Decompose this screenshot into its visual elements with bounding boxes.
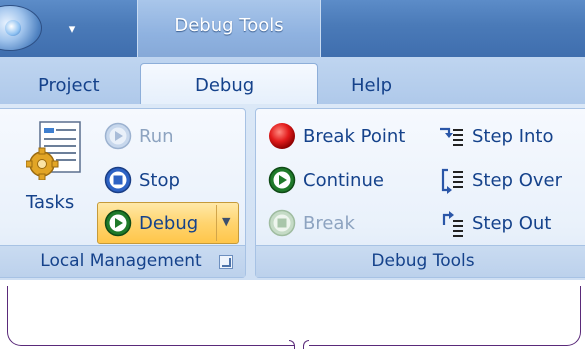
debug-icon [104, 209, 132, 237]
break-point-icon [269, 123, 295, 149]
break-button[interactable]: Break [268, 206, 355, 240]
continue-button[interactable]: Continue [268, 163, 384, 197]
chevron-down-icon[interactable]: ▼ [222, 215, 230, 228]
tab-help[interactable]: Help [351, 75, 392, 96]
step-out-label: Step Out [472, 212, 552, 234]
step-over-icon [441, 168, 463, 194]
group-caption-debug-tools: Debug Tools [256, 245, 585, 277]
debug-button[interactable]: Debug [104, 206, 198, 240]
stop-label: Stop [139, 169, 180, 191]
step-over-label: Step Over [472, 169, 562, 191]
step-out-icon [442, 211, 463, 237]
left-bracket-line [7, 286, 295, 346]
stop-icon [104, 166, 132, 194]
continue-label: Continue [303, 169, 384, 191]
run-button[interactable]: Run [104, 119, 174, 153]
step-into-label: Step Into [472, 125, 554, 147]
tab-project[interactable]: Project [38, 75, 100, 96]
break-label: Break [303, 212, 355, 234]
dialog-launcher-icon[interactable] [219, 255, 233, 269]
continue-icon [268, 166, 296, 194]
debug-label: Debug [139, 212, 199, 234]
quick-access-toolbar-button[interactable]: ▾ [62, 18, 82, 42]
group-caption-local-management: Local Management [0, 245, 245, 277]
break-icon [268, 209, 296, 237]
tasks-label: Tasks [26, 192, 75, 213]
contextual-tab-title: Debug Tools [174, 15, 284, 36]
stop-button[interactable]: Stop [104, 163, 180, 197]
tab-debug[interactable]: Debug [195, 75, 254, 96]
split-divider [216, 205, 217, 241]
step-out-button[interactable]: Step Out [437, 206, 551, 240]
break-point-button[interactable]: Break Point [268, 119, 405, 153]
break-point-label: Break Point [303, 125, 406, 147]
step-over-button[interactable]: Step Over [437, 163, 562, 197]
run-label: Run [139, 125, 174, 147]
right-bracket-line [309, 286, 581, 346]
run-icon [104, 122, 132, 150]
step-into-button[interactable]: Step Into [437, 119, 554, 153]
step-into-icon [440, 127, 463, 146]
tasks-icon [26, 121, 81, 180]
